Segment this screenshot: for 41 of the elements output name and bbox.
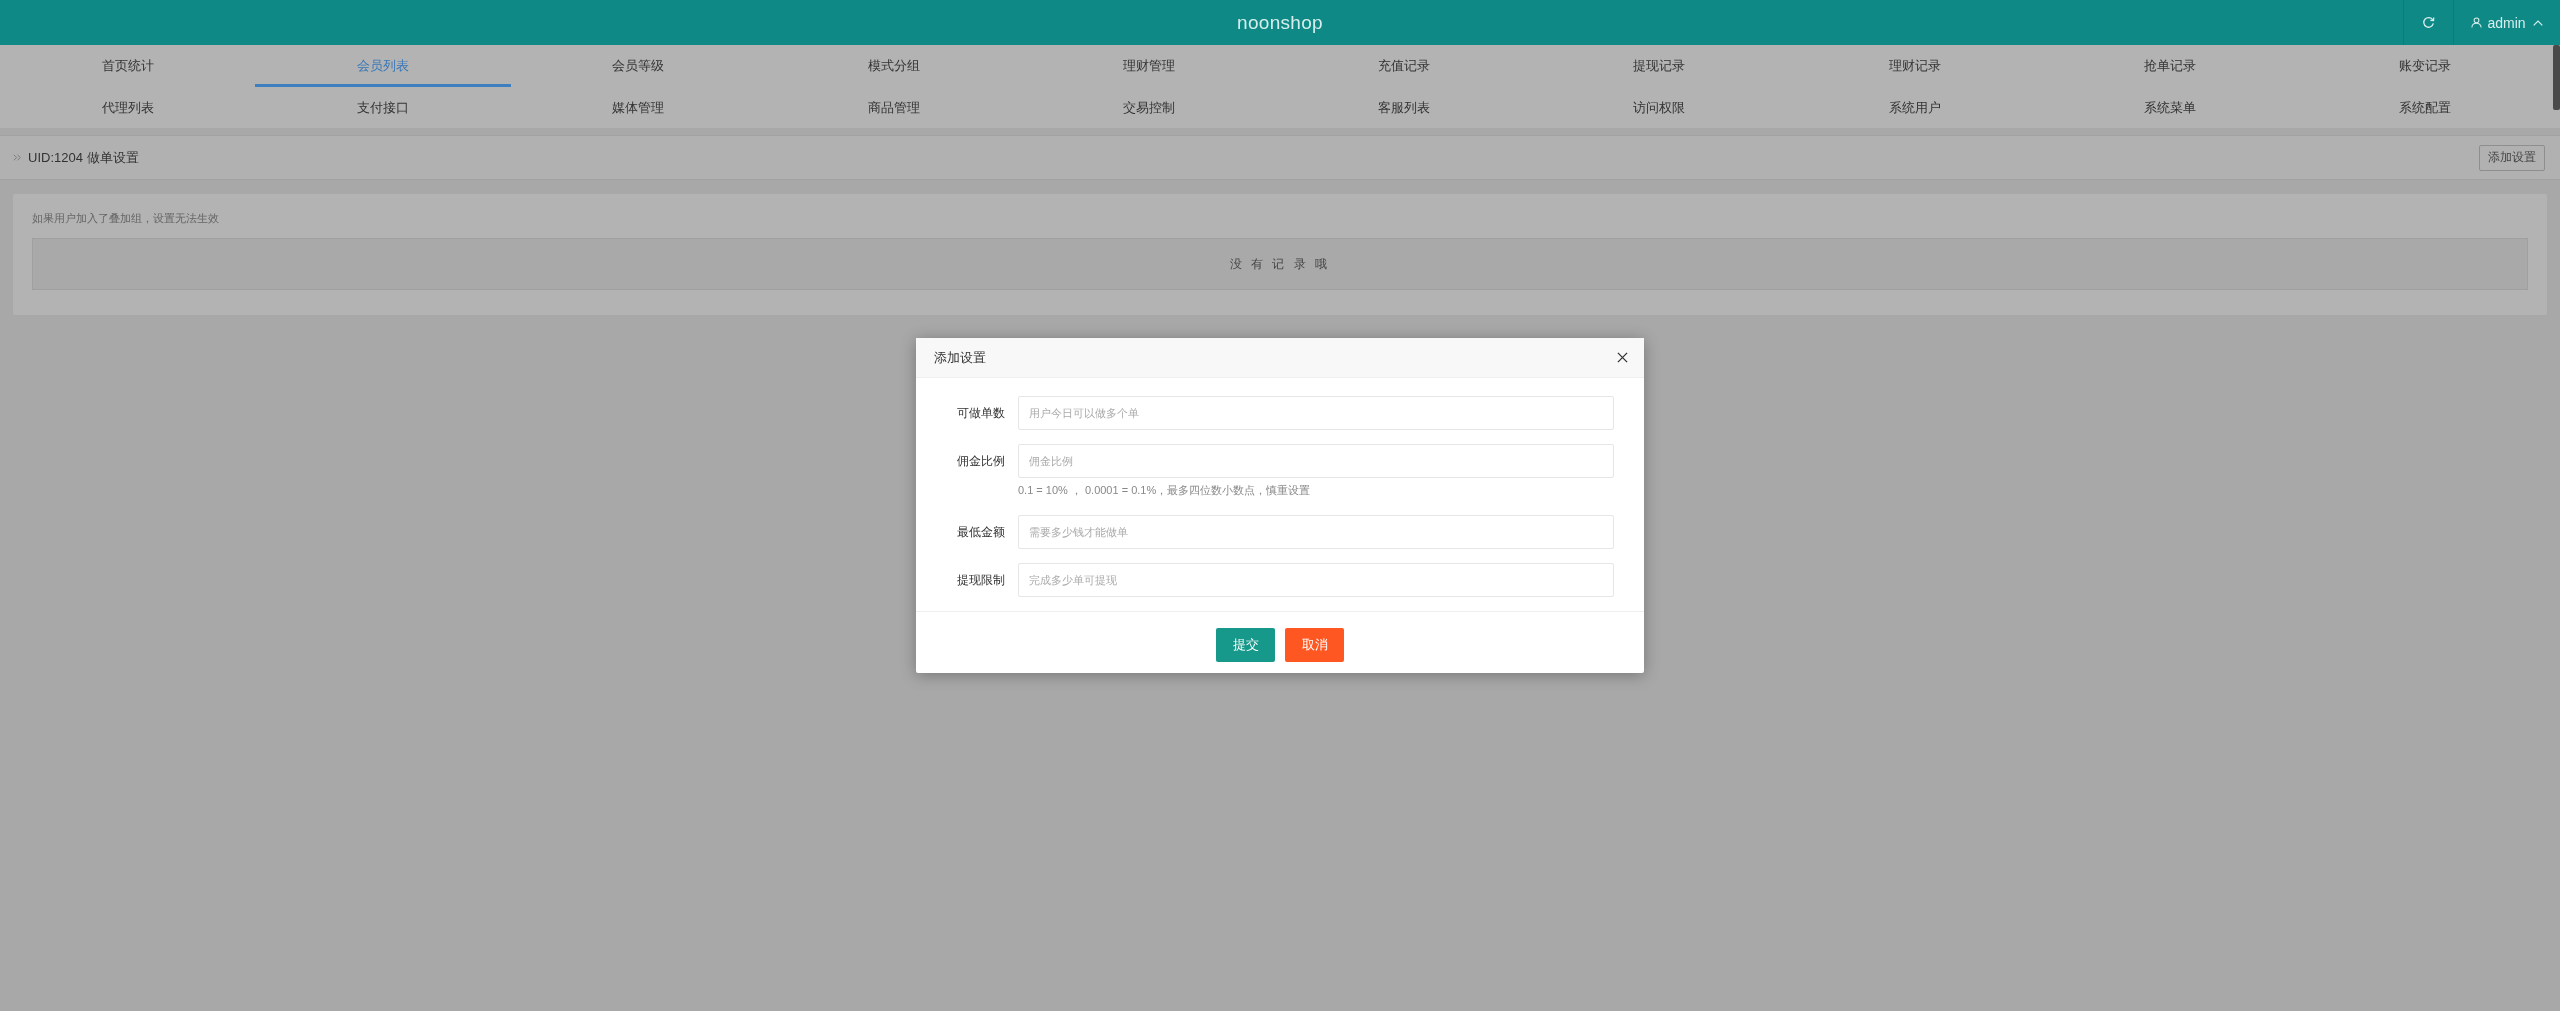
nav-tab[interactable]: 账变记录 [2297, 45, 2553, 87]
nav-tab[interactable]: 会员等级 [510, 45, 766, 87]
double-chevron-icon [13, 154, 22, 161]
input-field[interactable]: 用户今日可以做多个单 [1018, 396, 1614, 430]
nav-tab[interactable]: 抢单记录 [2042, 45, 2298, 87]
dialog-title: 添加设置 [934, 348, 986, 367]
refresh-icon [2422, 16, 2435, 29]
field-label: 佣金比例 [956, 453, 1005, 470]
nav-tab[interactable]: 理财记录 [1787, 45, 2043, 87]
nav-tab[interactable]: 充值记录 [1276, 45, 1532, 87]
nav-tab[interactable]: 首页统计 [0, 45, 256, 87]
input-field[interactable]: 需要多少钱才能做单 [1018, 515, 1614, 549]
input-field[interactable]: 完成多少单可提现 [1018, 563, 1614, 597]
hint-text: 0.1 = 10% ， 0.0001 = 0.1%，最多四位数小数点，慎重设置 [1018, 483, 1312, 498]
nav-tab[interactable]: 商品管理 [765, 87, 1022, 128]
caret-up-icon [2532, 19, 2543, 26]
scrollbar-thumb[interactable] [2553, 45, 2560, 110]
input-field[interactable]: 佣金比例 [1018, 444, 1614, 478]
app-title: noonshop [1237, 11, 1323, 34]
nav-tab[interactable]: 客服列表 [1276, 87, 1532, 128]
user-icon [2471, 17, 2483, 28]
close-icon[interactable] [1617, 352, 1628, 363]
field-label: 可做单数 [956, 405, 1005, 422]
nav-tab[interactable]: 系统用户 [1787, 87, 2043, 128]
nav-tab[interactable]: 模式分组 [765, 45, 1022, 87]
submit-button[interactable]: 提交 [1216, 628, 1275, 662]
nav-tab[interactable]: 访问权限 [1531, 87, 1788, 128]
notice-text: 如果用户加入了叠加组，设置无法生效 [32, 211, 220, 226]
nav-tab[interactable]: 系统配置 [2297, 87, 2553, 128]
field-label: 最低金额 [956, 524, 1005, 541]
field-label: 提现限制 [956, 572, 1005, 589]
page-title: UID:1204 做单设置 [28, 148, 140, 167]
nav-tab[interactable]: 代理列表 [0, 87, 256, 128]
nav-tab[interactable]: 提现记录 [1531, 45, 1788, 87]
nav-tab[interactable]: 系统菜单 [2042, 87, 2298, 128]
nav-tab[interactable]: 支付接口 [255, 87, 511, 128]
nav-tab[interactable]: 交易控制 [1021, 87, 1277, 128]
empty-message: 没 有 记 录 哦 [32, 238, 2528, 290]
nav-tab[interactable]: 理财管理 [1021, 45, 1277, 87]
nav-tab[interactable]: 媒体管理 [510, 87, 766, 128]
add-setting-button[interactable]: 添加设置 [2479, 144, 2545, 171]
